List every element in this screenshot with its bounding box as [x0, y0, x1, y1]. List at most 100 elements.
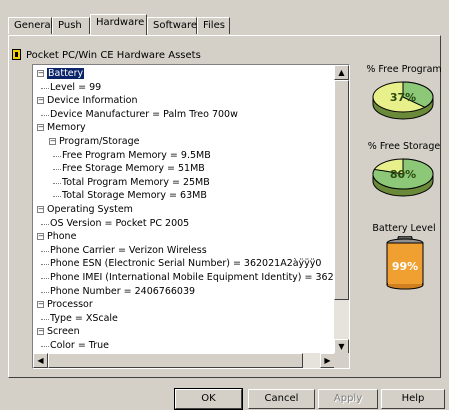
free-program-pie-icon: 37% [372, 81, 434, 120]
cancel-button[interactable]: Cancel [248, 389, 315, 409]
collapse-icon[interactable]: − [37, 206, 44, 213]
tree-connector [41, 114, 49, 116]
tree-node-label: OS Version = Pocket PC 2005 [50, 217, 190, 229]
tree-node[interactable]: Total Program Memory = 25MB [62, 176, 210, 189]
scroll-up-icon[interactable]: ▲ [334, 65, 349, 80]
collapse-icon[interactable]: − [37, 97, 44, 105]
scroll-down-icon[interactable]: ▼ [334, 339, 349, 354]
tab-files[interactable]: Files [197, 17, 230, 34]
free-storage-pie-icon: 80% [372, 158, 434, 197]
tree-node-label: Device Manufacturer = Palm Treo 700w [50, 108, 238, 120]
tree-node[interactable]: Screen [47, 325, 80, 338]
tree-node-label: Device Information [47, 95, 138, 107]
tab-label: General [14, 20, 54, 31]
tree-node[interactable]: Processor [47, 298, 93, 311]
scroll-thumb[interactable] [334, 80, 349, 300]
tree-node[interactable]: Phone ESN (Electronic Serial Number) = 3… [50, 257, 321, 270]
vertical-scrollbar[interactable]: ▲ ▼ [334, 65, 349, 354]
tab-label: Hardware [96, 17, 145, 28]
tree-node-label: Processor [47, 299, 93, 311]
tree-connector [41, 223, 49, 225]
tab-push[interactable]: Push [52, 17, 90, 34]
tree-connector [41, 318, 49, 320]
free-program-label: % Free Program [366, 64, 442, 75]
tree-node-label: Level = 99 [50, 81, 102, 93]
tree-node[interactable]: Phone IMEI (International Mobile Equipme… [50, 271, 335, 284]
tree-node-label: Phone ESN (Electronic Serial Number) = 3… [50, 258, 322, 270]
tree-node[interactable]: Operating System [47, 203, 133, 216]
tree-connector [53, 182, 61, 184]
horizontal-scrollbar[interactable]: ◀ ▶ [33, 353, 335, 368]
tree-connector [53, 155, 61, 157]
tree-node[interactable]: Phone Number = 2406766039 [50, 285, 195, 298]
hardware-tree[interactable]: − Battery Level = 99− Device Information Dev… [32, 64, 350, 369]
tree-node-label: Operating System [47, 204, 133, 215]
tree-node[interactable]: Type = XScale [50, 312, 118, 325]
tree-node-label: Free Program Memory = 9.5MB [62, 149, 211, 161]
tree-node-label: Phone [47, 231, 77, 243]
battery-icon: 99% [386, 236, 424, 290]
tree-node-label: Battery [47, 68, 85, 79]
collapse-icon[interactable]: − [37, 233, 44, 241]
tree-node[interactable]: Total Storage Memory = 63MB [62, 189, 207, 202]
collapse-icon[interactable]: − [37, 328, 44, 336]
tree-node-label: Program/Storage [59, 136, 140, 147]
tree-node[interactable]: Device Information [47, 94, 138, 107]
tree-node-label: Free Storage Memory = 51MB [62, 163, 205, 175]
tab-label: Files [203, 20, 225, 31]
tree-node[interactable]: Free Storage Memory = 51MB [62, 162, 205, 175]
collapse-icon[interactable]: − [37, 301, 44, 309]
battery-level-label: Battery Level [372, 223, 436, 234]
free-storage-value: 80% [390, 168, 416, 181]
tree-viewport: − Battery Level = 99− Device Information Dev… [33, 65, 335, 354]
tree-node[interactable]: Free Program Memory = 9.5MB [62, 149, 211, 162]
tree-connector [41, 346, 49, 347]
tree-node-label: Total Storage Memory = 63MB [62, 190, 207, 202]
scroll-thumb-h[interactable] [48, 353, 303, 368]
collapse-icon[interactable]: − [49, 138, 56, 145]
tree-node[interactable]: Device Manufacturer = Palm Treo 700w [50, 108, 238, 121]
tree-node[interactable]: Memory [47, 121, 86, 134]
collapse-icon[interactable]: − [37, 124, 44, 132]
tree-node-label: Phone IMEI (International Mobile Equipme… [50, 272, 335, 283]
tab-label: Software [153, 20, 198, 31]
tree-connector [53, 169, 61, 171]
help-button[interactable]: Help [381, 389, 445, 409]
tree-node[interactable]: OS Version = Pocket PC 2005 [50, 217, 189, 230]
device-icon [12, 49, 21, 60]
tree-node-label: Phone Number = 2406766039 [50, 285, 196, 297]
tree-connector [41, 250, 49, 252]
tree-node-label: Memory [47, 122, 86, 134]
tree-connector [41, 264, 49, 266]
tree-node[interactable]: Color = True [50, 339, 109, 352]
tree-node-label: Phone Carrier = Verizon Wireless [50, 244, 207, 256]
free-storage-label: % Free Storage [367, 141, 441, 152]
battery-value: 99% [392, 260, 418, 273]
tree-connector [41, 278, 49, 279]
tree-node-label: Screen [47, 326, 80, 338]
tree-node-label: Total Program Memory = 25MB [62, 176, 210, 188]
tree-node[interactable]: Level = 99 [50, 81, 101, 94]
tab-general[interactable]: General [8, 17, 54, 34]
tree-node[interactable]: Phone [47, 230, 76, 243]
tree-node[interactable]: Phone Carrier = Verizon Wireless [50, 244, 207, 257]
scroll-left-icon[interactable]: ◀ [33, 353, 48, 368]
tree-connector [53, 196, 61, 198]
tree-connector [41, 87, 49, 89]
tab-software[interactable]: Software [147, 17, 197, 34]
tab-label: Push [58, 20, 82, 31]
tree-node-label: Type = XScale [50, 312, 118, 324]
apply-button[interactable]: Apply [318, 389, 378, 409]
tree-node-label: Color = True [50, 340, 109, 351]
tab-hardware[interactable]: Hardware [90, 14, 147, 35]
tree-node[interactable]: Program/Storage [59, 135, 139, 148]
tree-caption: Pocket PC/Win CE Hardware Assets [26, 50, 201, 61]
scroll-corner [334, 353, 349, 368]
free-program-value: 37% [390, 91, 416, 104]
tree-connector [41, 291, 49, 293]
collapse-icon[interactable]: − [37, 70, 44, 77]
tree-node[interactable]: Battery [47, 67, 85, 80]
scroll-right-icon[interactable]: ▶ [320, 353, 335, 368]
properties-dialog: General Push Hardware Software Files Poc… [0, 0, 449, 410]
ok-button[interactable]: OK [174, 388, 243, 410]
